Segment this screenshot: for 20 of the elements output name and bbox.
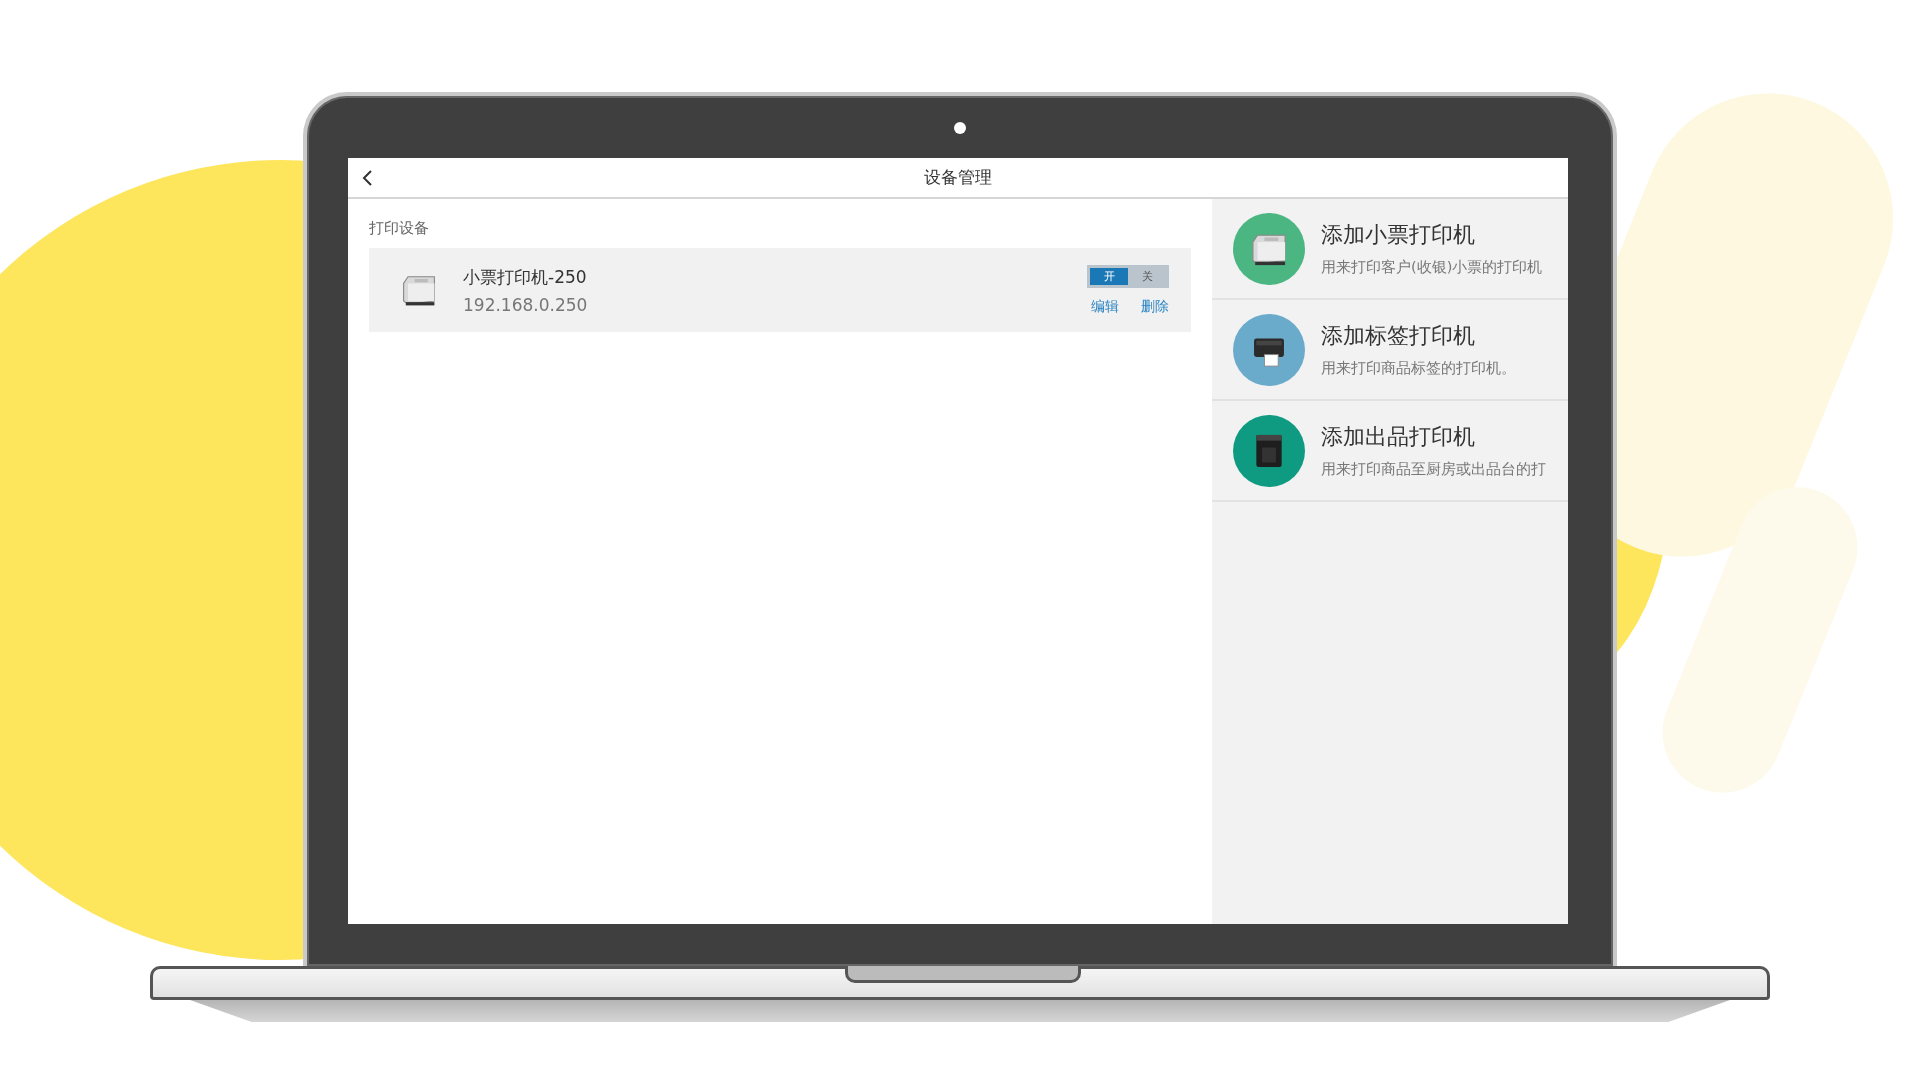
device-name: 小票打印机-250 xyxy=(463,265,588,289)
action-link[interactable]: 编辑 xyxy=(1091,297,1119,316)
toggle-option[interactable]: 关 xyxy=(1128,267,1166,285)
add-printer-option[interactable]: 添加出品打印机 用来打印商品至厨房或出品台的打 xyxy=(1212,401,1568,502)
option-title: 添加出品打印机 xyxy=(1321,423,1476,451)
add-printer-option[interactable]: 添加小票打印机 用来打印客户(收银)小票的打印机 xyxy=(1212,199,1568,300)
option-title: 添加小票打印机 xyxy=(1321,221,1476,249)
window-title: 设备管理 xyxy=(924,166,992,189)
action-link[interactable]: 删除 xyxy=(1141,297,1169,316)
device-address: 192.168.0.250 xyxy=(463,294,589,315)
on-off-toggle[interactable]: 开 关 xyxy=(1087,264,1169,288)
option-description: 用来打印商品至厨房或出品台的打 xyxy=(1321,460,1546,479)
toggle-option[interactable]: 开 xyxy=(1090,267,1128,285)
option-description: 用来打印商品标签的打印机。 xyxy=(1321,359,1516,378)
option-title: 添加标签打印机 xyxy=(1321,322,1476,350)
add-printer-option[interactable]: 添加标签打印机 用来打印商品标签的打印机。 xyxy=(1212,300,1568,401)
webcam-icon xyxy=(954,122,966,134)
option-description: 用来打印客户(收银)小票的打印机 xyxy=(1321,258,1543,277)
section-heading: 打印设备 xyxy=(369,219,430,238)
device-card[interactable]: 小票打印机-250 192.168.0.250 开 关 编辑 删除 xyxy=(369,248,1191,332)
